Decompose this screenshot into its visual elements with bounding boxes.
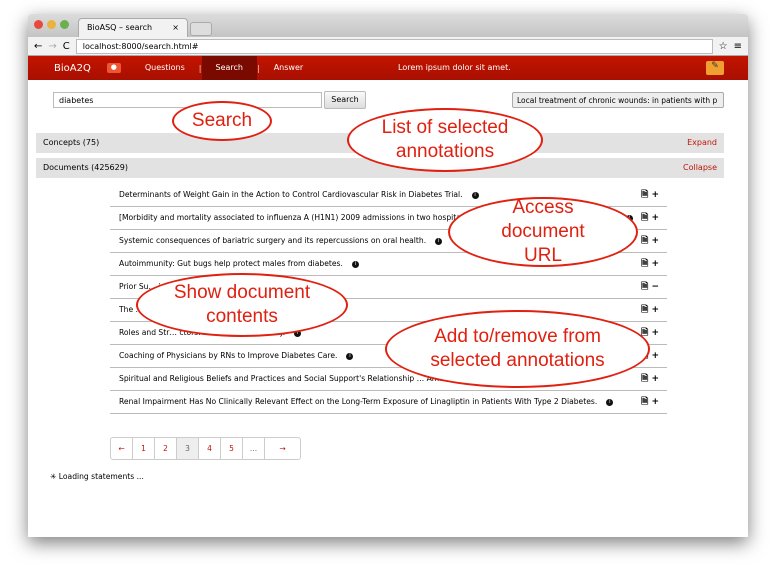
- document-url-icon[interactable]: 🗎: [641, 282, 648, 292]
- toggle-annotation-button[interactable]: −: [651, 282, 659, 292]
- toggle-annotation-button[interactable]: +: [651, 351, 659, 361]
- callout-document-url: Access document URL: [448, 197, 638, 267]
- row-actions: 🗎 +: [641, 258, 659, 270]
- toggle-annotation-button[interactable]: +: [651, 213, 659, 223]
- forward-icon[interactable]: →: [48, 41, 56, 52]
- page-5[interactable]: 5: [221, 438, 243, 459]
- close-tab-icon[interactable]: ×: [172, 23, 179, 33]
- prev-page[interactable]: ←: [111, 438, 133, 459]
- callout-search: Search: [172, 101, 272, 141]
- row-actions: 🗎 +: [641, 189, 659, 201]
- tab-title: BioASQ – search: [87, 23, 153, 32]
- expand-link[interactable]: Expand: [687, 138, 717, 148]
- toggle-annotation-button[interactable]: +: [651, 374, 659, 384]
- document-title: Renal Impairment Has No Clinically Relev…: [119, 397, 598, 406]
- document-url-icon[interactable]: 🗎: [641, 259, 648, 269]
- info-icon[interactable]: i: [346, 352, 354, 360]
- callout-annotations: List of selected annotations: [347, 108, 543, 172]
- row-actions: 🗎 −: [641, 281, 659, 293]
- nav-message: Lorem ipsum dolor sit amet.: [398, 63, 511, 72]
- back-icon[interactable]: ←: [34, 41, 42, 52]
- app-navbar: BioA2Q ● Questions | Search | Answer Lor…: [28, 56, 748, 80]
- document-url-icon[interactable]: 🗎: [641, 305, 648, 315]
- minimize-button[interactable]: [47, 20, 56, 29]
- nav-answer[interactable]: Answer: [260, 56, 317, 80]
- document-title: Systemic consequences of bariatric surge…: [119, 236, 427, 245]
- url-input[interactable]: localhost:8000/search.html#: [75, 38, 713, 54]
- document-url-icon[interactable]: 🗎: [641, 213, 648, 223]
- spinner-icon: ✳: [50, 472, 57, 481]
- page-1[interactable]: 1: [133, 438, 155, 459]
- star-icon[interactable]: ☆: [719, 41, 728, 52]
- tab-bar: BioASQ – search ×: [28, 14, 748, 37]
- loading-status: ✳ Loading statements ...: [50, 472, 144, 481]
- info-icon[interactable]: i: [606, 398, 614, 406]
- browser-window: BioASQ – search × ← → C localhost:8000/sear…: [28, 14, 748, 537]
- document-title: Autoimmunity: Gut bugs help protect male…: [119, 259, 343, 268]
- collapse-link[interactable]: Collapse: [683, 163, 717, 173]
- page-4[interactable]: 4: [199, 438, 221, 459]
- window-controls: [34, 20, 69, 29]
- document-title: Determinants of Weight Gain in the Actio…: [119, 190, 463, 199]
- user-icon[interactable]: ●: [106, 63, 121, 73]
- document-title: Spiritual and Religious Beliefs and Prac…: [119, 374, 470, 383]
- toggle-annotation-button[interactable]: +: [651, 328, 659, 338]
- callout-document-contents: Show document contents: [136, 273, 348, 337]
- edit-icon[interactable]: ✎: [706, 61, 724, 75]
- document-url-icon[interactable]: 🗎: [641, 397, 648, 407]
- reload-icon[interactable]: C: [63, 41, 70, 52]
- nav-questions[interactable]: Questions: [131, 56, 199, 80]
- nav-search[interactable]: Search: [201, 56, 257, 80]
- document-url-icon[interactable]: 🗎: [641, 190, 648, 200]
- toggle-annotation-button[interactable]: +: [651, 397, 659, 407]
- row-actions: 🗎 +: [641, 212, 659, 224]
- new-tab-button[interactable]: [190, 22, 212, 36]
- menu-icon[interactable]: ≡: [734, 41, 742, 52]
- info-icon[interactable]: i: [435, 237, 443, 245]
- nav-separator: |: [256, 63, 260, 73]
- logo[interactable]: BioA2Q: [54, 63, 91, 74]
- page-ellipsis: ...: [243, 438, 265, 459]
- info-icon[interactable]: i: [471, 191, 479, 199]
- pagination: ← 1 2 3 4 5 ... →: [110, 437, 301, 460]
- callout-add-remove: Add to/remove from selected annotations: [385, 310, 650, 388]
- row-actions: 🗎 +: [641, 235, 659, 247]
- page-2[interactable]: 2: [155, 438, 177, 459]
- concepts-label: Concepts (75): [43, 138, 100, 147]
- documents-label: Documents (425629): [43, 163, 128, 172]
- page-3[interactable]: 3: [177, 438, 199, 459]
- document-title: Coaching of Physicians by RNs to Improve…: [119, 351, 338, 360]
- row-actions: 🗎 +: [641, 396, 659, 408]
- toggle-annotation-button[interactable]: +: [651, 259, 659, 269]
- browser-tab[interactable]: BioASQ – search ×: [78, 18, 188, 37]
- close-window-button[interactable]: [34, 20, 43, 29]
- zoom-button[interactable]: [60, 20, 69, 29]
- loading-text: Loading statements ...: [58, 472, 144, 481]
- toggle-annotation-button[interactable]: +: [651, 190, 659, 200]
- document-row: Renal Impairment Has No Clinically Relev…: [110, 391, 667, 414]
- selected-annotation: Local treatment of chronic wounds: in pa…: [517, 96, 718, 105]
- toggle-annotation-button[interactable]: +: [651, 236, 659, 246]
- row-actions: 🗎 +: [641, 373, 659, 385]
- next-page[interactable]: →: [265, 438, 300, 459]
- annotations-select[interactable]: Local treatment of chronic wounds: in pa…: [512, 92, 724, 108]
- toggle-annotation-button[interactable]: +: [651, 305, 659, 315]
- search-button[interactable]: Search: [324, 91, 366, 109]
- address-bar: ← → C localhost:8000/search.html# ☆ ≡: [28, 37, 748, 56]
- document-url-icon[interactable]: 🗎: [641, 236, 648, 246]
- row-actions: 🗎 +: [641, 304, 659, 316]
- nav-separator: |: [198, 63, 202, 73]
- document-url-icon[interactable]: 🗎: [641, 374, 648, 384]
- info-icon[interactable]: i: [351, 260, 359, 268]
